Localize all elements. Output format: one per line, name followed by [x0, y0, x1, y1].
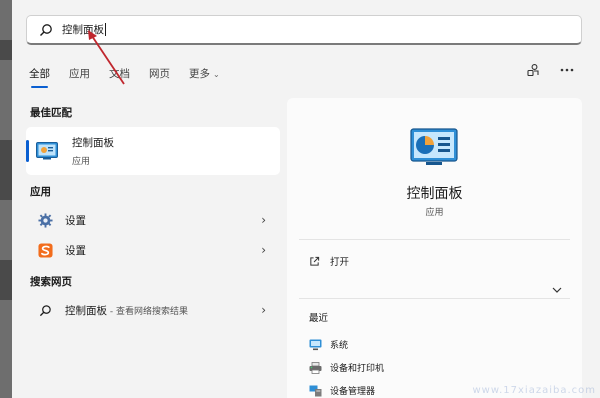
watermark: www.17xiazaiba.com: [472, 385, 596, 396]
annotation-arrow: [88, 30, 125, 85]
